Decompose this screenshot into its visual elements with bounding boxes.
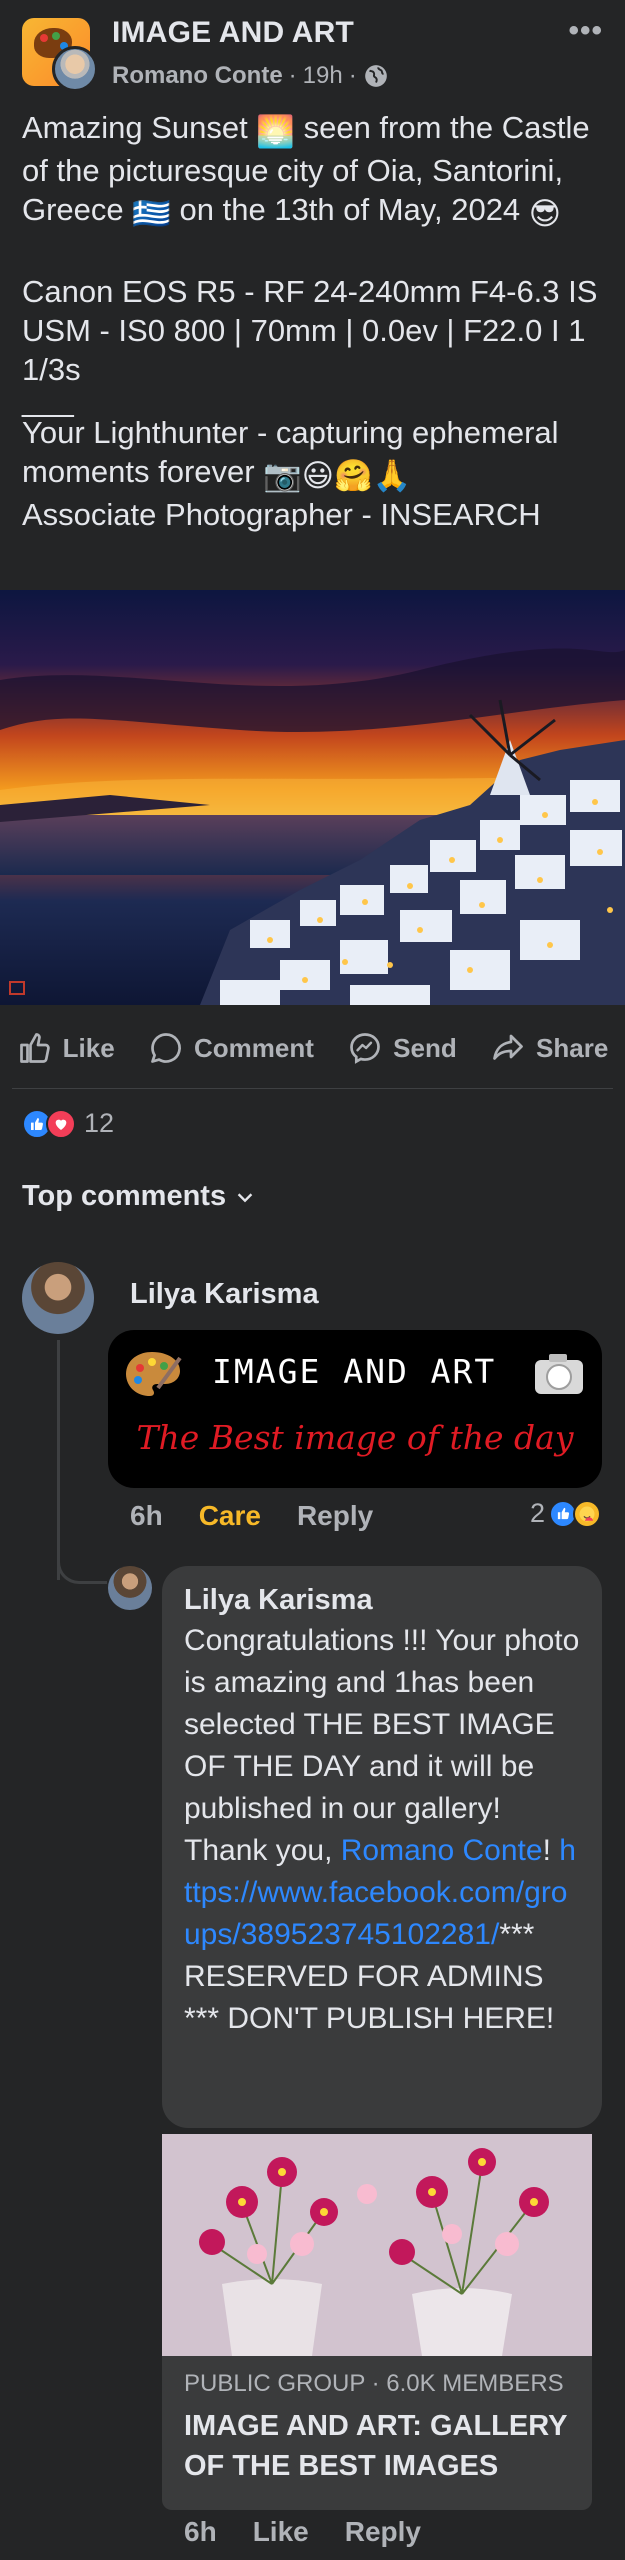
post-photo[interactable] — [0, 590, 625, 1005]
post-action-bar: Like Comment Send Share — [0, 1015, 625, 1081]
sticker-title: IMAGE AND ART — [212, 1352, 497, 1391]
post-text-segment: Amazing Sunset — [22, 110, 257, 145]
share-label: Share — [536, 1032, 609, 1063]
commenter-name[interactable]: Lilya Karisma — [130, 1278, 319, 1311]
link-preview-meta: PUBLIC GROUP · 6.0K MEMBERS — [184, 2370, 564, 2397]
link-preview-image — [162, 2134, 592, 2356]
comment-filter-dropdown[interactable]: Top comments — [22, 1180, 256, 1213]
share-button[interactable]: Share — [490, 1030, 608, 1066]
photographer-title: Associate Photographer - INSEARCH — [22, 497, 541, 532]
action-divider — [12, 1088, 613, 1089]
comment-meta: 6h Care Reply — [130, 1500, 373, 1532]
commenter-avatar[interactable] — [22, 1262, 94, 1334]
replier-name[interactable]: Lilya Karisma — [184, 1580, 580, 1620]
reply-text: Congratulations !!! Your photo is amazin… — [184, 1620, 580, 2040]
sticker-subtitle: The Best image of the day — [136, 1418, 574, 1457]
link-preview-title: IMAGE AND ART: GALLERY OF THE BEST IMAGE… — [184, 2410, 567, 2482]
greece-flag-emoji: 🇬🇷 — [132, 196, 171, 231]
comment-sticker-image[interactable]: IMAGE AND ART The Best image of the day — [108, 1330, 602, 1488]
meta-separator: · — [348, 62, 357, 89]
care-reaction-icon — [573, 1499, 601, 1528]
post-text: Amazing Sunset 🌅 seen from the Castle of… — [22, 108, 612, 534]
comment-label: Comment — [193, 1032, 314, 1063]
comment-button[interactable]: Comment — [148, 1030, 314, 1066]
reaction-count: 12 — [84, 1108, 115, 1138]
thread-connector — [57, 1540, 107, 1584]
reply-button[interactable]: Reply — [297, 1500, 373, 1532]
link-preview-card[interactable]: PUBLIC GROUP · 6.0K MEMBERS IMAGE AND AR… — [162, 2134, 592, 2510]
mention-link[interactable]: Romano Conte — [341, 1834, 543, 1867]
post-time[interactable]: 19h — [303, 62, 343, 90]
oia-sunset-image — [0, 590, 625, 1005]
thumbs-up-icon — [19, 1033, 50, 1063]
comment-reaction-count: 2 — [529, 1498, 545, 1528]
group-name[interactable]: IMAGE AND ART — [112, 16, 354, 50]
reaction-summary[interactable]: 12 — [22, 1108, 114, 1139]
author-avatar[interactable] — [52, 46, 98, 92]
comment-time[interactable]: 6h — [130, 1500, 163, 1532]
globe-icon — [364, 65, 387, 87]
signature-line: Your Lighthunter - capturing ephemeral m… — [22, 413, 612, 495]
sunglasses-emoji: 😎 — [528, 196, 562, 231]
care-reaction-button[interactable]: Care — [199, 1500, 261, 1532]
post-rule: ___ — [22, 383, 74, 418]
comment-icon — [151, 1033, 181, 1063]
replier-avatar[interactable] — [108, 1566, 152, 1610]
send-button[interactable]: Send — [347, 1030, 457, 1066]
comment-reaction-summary[interactable]: 2 — [530, 1498, 601, 1529]
like-button[interactable]: Like — [17, 1030, 115, 1066]
signature-emojis: 📷😃🤗🙏 — [263, 458, 412, 493]
send-label: Send — [393, 1032, 457, 1063]
like-label: Like — [62, 1032, 115, 1063]
messenger-icon — [350, 1033, 381, 1064]
comment-filter-label: Top comments — [22, 1180, 227, 1212]
more-options-icon[interactable]: ••• — [568, 14, 603, 48]
post-meta: Romano Conte · 19h · — [112, 62, 389, 90]
author-name[interactable]: Romano Conte — [112, 62, 283, 90]
reply-reply-button[interactable]: Reply — [345, 2516, 421, 2548]
reply-text-segment: Congratulations !!! Your photo is amazin… — [184, 1624, 588, 1867]
facebook-post-screen: IMAGE AND ART Romano Conte · 19h · ••• A… — [0, 0, 625, 2560]
post-text-segment: on the 13th of May, 2024 — [170, 192, 529, 227]
flower-vase-image — [162, 2134, 592, 2356]
reply-meta: 6h Like Reply — [184, 2516, 421, 2548]
palette-icon — [126, 1352, 182, 1396]
sunset-emoji: 🌅 — [256, 114, 295, 149]
camera-icon — [535, 1354, 583, 1394]
reply-like-button[interactable]: Like — [253, 2516, 309, 2548]
meta-separator: · — [288, 62, 297, 89]
reply-text-segment: ! — [542, 1834, 560, 1867]
share-icon — [493, 1034, 523, 1060]
reply-bubble: Lilya Karisma Congratulations !!! Your p… — [162, 1566, 602, 2128]
reply-time[interactable]: 6h — [184, 2516, 217, 2548]
love-reaction-icon — [46, 1108, 76, 1139]
chevron-down-icon — [237, 1192, 253, 1202]
post-paragraph-1: Amazing Sunset 🌅 seen from the Castle of… — [22, 108, 612, 233]
camera-settings: Canon EOS R5 - RF 24-240mm F4-6.3 IS USM… — [22, 274, 607, 387]
